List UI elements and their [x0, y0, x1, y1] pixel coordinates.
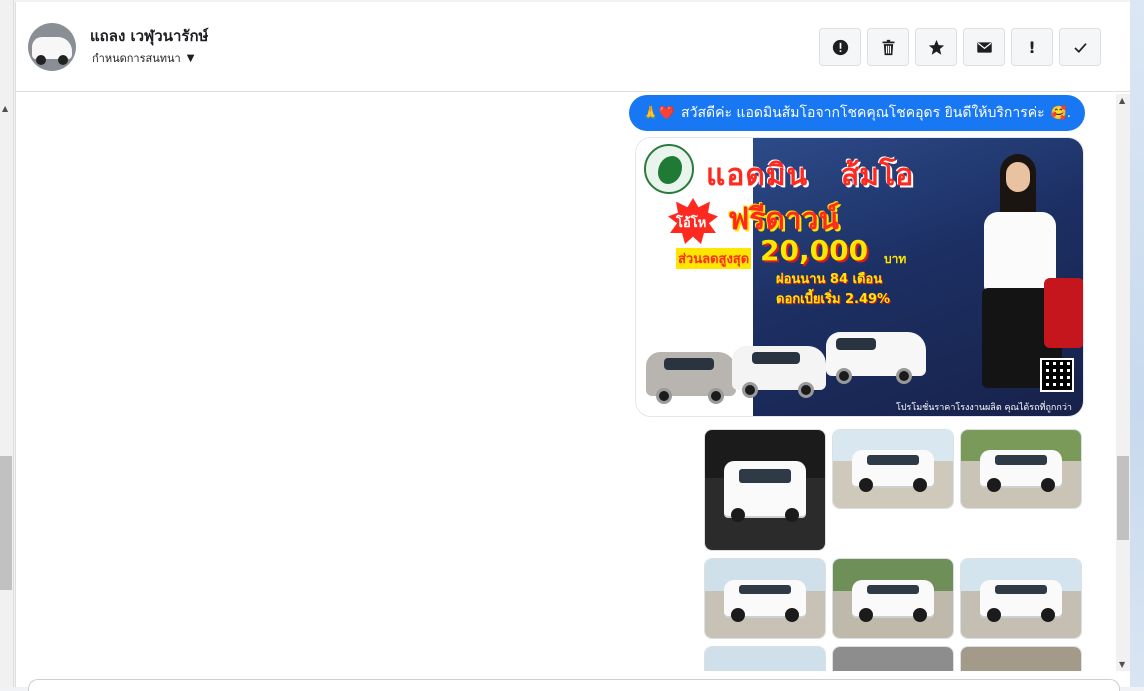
check-icon [1073, 42, 1087, 53]
message-composer[interactable] [28, 679, 1120, 691]
assign-conversation-dropdown[interactable]: กำหนดการสนทนา ▼ [92, 49, 194, 67]
scroll-up-arrow-icon[interactable]: ▲ [2, 104, 8, 113]
avatar[interactable] [28, 23, 76, 71]
mark-spam-button[interactable] [819, 28, 861, 66]
promo-pickup-cargo-image [826, 332, 926, 384]
promo-car-seat [1044, 278, 1083, 348]
promo-discount-label: ส่วนลดสูงสุด [676, 248, 752, 269]
star-button[interactable] [915, 28, 957, 66]
wheel-icon [36, 55, 46, 65]
background-edge [1130, 0, 1144, 687]
thread-scroll-thumb[interactable] [1117, 456, 1129, 540]
exclamation-icon: ! [1028, 37, 1036, 57]
thread-scrollbar[interactable]: ▲ ▼ [1116, 94, 1130, 671]
delete-button[interactable] [867, 28, 909, 66]
promo-image-attachment[interactable]: แอดมิน ส้มโอ โอ้โห ฟรีดาวน์ ส่วนลดสูงสุด… [635, 137, 1084, 417]
outgoing-message-bubble[interactable]: 🙏❤️ สวัสดีค่ะ แอดมินส้มโอจากโชคคุณโชคอุด… [628, 95, 1085, 131]
mark-important-button[interactable]: ! [1011, 28, 1053, 66]
trash-icon [882, 39, 894, 55]
conversation-header: แถลง เวฬุวนารักษ์ กำหนดการสนทนา ▼ ! [16, 2, 1131, 92]
promo-title-admin: แอดมิน [706, 158, 809, 193]
qr-code-icon [1040, 358, 1074, 392]
envelope-icon [976, 41, 992, 53]
photo-tile[interactable] [960, 558, 1082, 639]
assign-label: กำหนดการสนทนา [92, 52, 181, 65]
photo-tile[interactable] [832, 558, 954, 639]
promo-pickup-image [732, 346, 826, 398]
promo-title-name: ส้มโอ [841, 158, 914, 193]
caret-down-icon: ▼ [186, 52, 195, 64]
photo-tile[interactable] [704, 429, 826, 551]
star-icon [928, 39, 944, 55]
promo-discount-amount: 20,000 [760, 234, 869, 267]
wheel-icon [58, 55, 68, 65]
contact-name[interactable]: แถลง เวฬุวนารักษ์ [90, 24, 208, 48]
mark-unread-button[interactable] [963, 28, 1005, 66]
promo-installment: ผ่อนนาน 84 เดือน [776, 272, 883, 287]
scroll-up-arrow-icon[interactable]: ▲ [1119, 96, 1125, 105]
dealer-logo [644, 144, 694, 194]
scroll-down-arrow-icon[interactable]: ▼ [1119, 660, 1125, 669]
promo-footer-text: โปรโมชั่นราคาโรงงานผลิต คุณได้รถที่ถูกกว… [896, 403, 1072, 413]
photo-tile[interactable] [704, 558, 826, 639]
promo-sedan-image [646, 352, 736, 404]
photo-tile[interactable] [832, 429, 954, 509]
photo-tile[interactable] [832, 646, 954, 671]
message-text: สวัสดีค่ะ แอดมินส้มโอจากโชคคุณโชคอุดร ยิ… [681, 105, 1045, 121]
message-emoji-prefix: 🙏❤️ [642, 105, 676, 121]
photo-tile[interactable] [704, 646, 826, 671]
left-scroll-thumb[interactable] [0, 456, 12, 590]
photo-tile[interactable] [960, 429, 1082, 509]
promo-badge-text: โอ้โห [676, 216, 707, 231]
promo-interest: ดอกเบี้ยเริ่ม 2.49% [776, 292, 891, 307]
conversation-toolbar: ! [819, 28, 1101, 66]
message-emoji-suffix: 🥰. [1050, 105, 1071, 121]
conversation-panel: แถลง เวฬุวนารักษ์ กำหนดการสนทนา ▼ ! 🙏❤️ … [15, 2, 1131, 691]
mark-done-button[interactable] [1059, 28, 1101, 66]
left-scrollbar[interactable]: ▲ [0, 0, 14, 687]
message-thread[interactable]: 🙏❤️ สวัสดีค่ะ แอดมินส้มโอจากโชคคุณโชคอุด… [16, 93, 1131, 671]
photo-tile[interactable] [960, 646, 1082, 671]
spam-icon [832, 39, 848, 55]
promo-discount-unit: บาท [884, 252, 907, 266]
